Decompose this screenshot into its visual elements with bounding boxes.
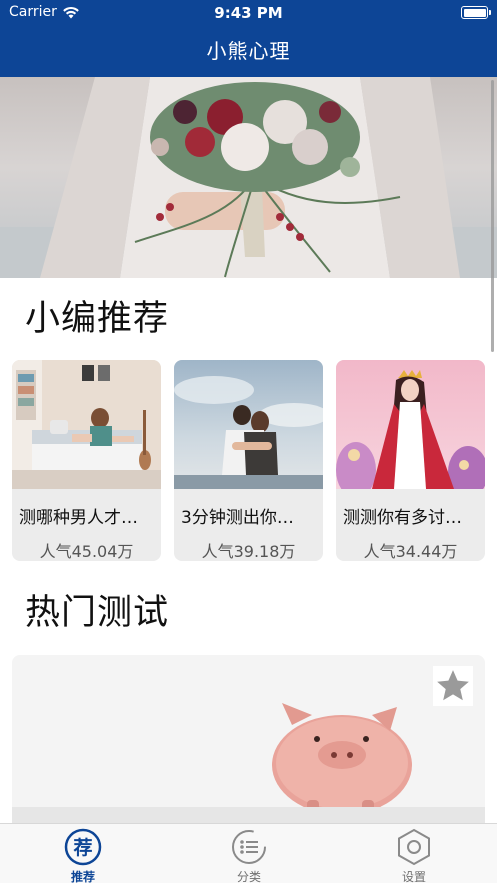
gear-icon (395, 828, 433, 866)
tab-label: 推荐 (70, 870, 95, 883)
card-title: 3分钟测出你… (181, 508, 294, 528)
card-image-couple (174, 360, 323, 489)
tab-bar: 荐 推荐 分类 设置 (0, 823, 497, 883)
tab-settings[interactable]: 设置 (374, 828, 454, 883)
bouquet-illustration (0, 77, 497, 278)
status-bar: Carrier 9:43 PM (0, 0, 497, 26)
card-image-queen-illustration (336, 360, 485, 489)
battery-icon (461, 6, 491, 19)
recommend-card[interactable]: 3分钟测出你… 人气39.18万 (174, 360, 323, 561)
tab-label: 分类 (236, 870, 261, 883)
card-title: 测哪种男人才… (19, 508, 138, 528)
tab-recommend[interactable]: 荐 推荐 (43, 828, 123, 883)
recommend-card[interactable]: 测哪种男人才… 人气45.04万 (12, 360, 161, 561)
banner-image[interactable] (0, 77, 497, 278)
card-popularity: 人气39.18万 (201, 542, 296, 561)
scroll-indicator[interactable] (491, 80, 494, 352)
tab-label: 设置 (401, 870, 426, 883)
recommend-icon-glyph: 荐 (72, 837, 92, 859)
card-title: 测测你有多讨… (343, 508, 462, 528)
list-icon (230, 828, 268, 866)
section-title-hot: 热门测试 (25, 593, 170, 633)
card-popularity: 人气45.04万 (39, 542, 134, 561)
hot-test-card[interactable] (12, 655, 485, 830)
navigation-bar: Carrier 9:43 PM 小熊心理 (0, 0, 497, 77)
card-image-piggy (12, 655, 485, 830)
recommend-card[interactable]: 测测你有多讨… 人气34.44万 (336, 360, 485, 561)
favorite-star-button[interactable] (433, 666, 473, 706)
status-time: 9:43 PM (214, 4, 283, 22)
card-popularity: 人气34.44万 (363, 542, 458, 561)
card-image-bedroom (12, 360, 161, 489)
tab-category[interactable]: 分类 (209, 828, 289, 883)
recommend-icon: 荐 (64, 828, 102, 866)
star-icon (437, 670, 469, 701)
section-title-recommend: 小编推荐 (25, 299, 170, 339)
page-title: 小熊心理 (206, 39, 291, 63)
